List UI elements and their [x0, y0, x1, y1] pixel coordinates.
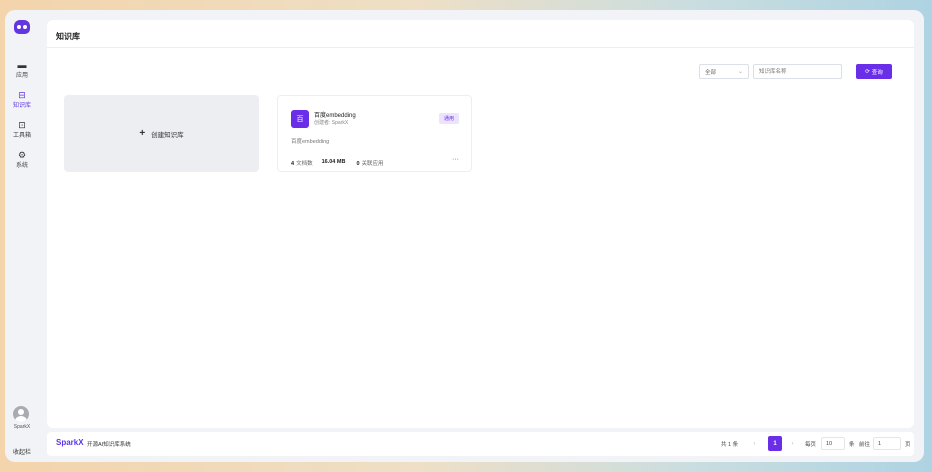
avatar[interactable] — [13, 406, 29, 422]
app-count: 0 — [356, 161, 360, 167]
knowledge-base-icon: 百 — [291, 110, 309, 128]
app-count-stat: 0 关联应用 — [356, 159, 383, 167]
pagination-total: 共 1 条 — [721, 442, 739, 448]
brand-logo: SparkX — [56, 438, 84, 447]
app-window: ▬ 应用 ⊟ 知识库 ⊡ 工具箱 ⚙ 系统 SparkX 收起栏 知识库 全部 … — [5, 10, 924, 462]
plus-icon: + — [139, 128, 146, 139]
sidebar-item-label: 系统 — [15, 163, 28, 169]
gear-icon: ⚙ — [17, 150, 27, 160]
sidebar-item-toolbox[interactable]: ⊡ 工具箱 — [5, 120, 39, 139]
sidebar-item-apps[interactable]: ▬ 应用 — [5, 60, 39, 79]
query-button[interactable]: ⟳ 查询 — [856, 64, 892, 79]
search-icon: ⟳ — [865, 68, 870, 75]
knowledge-base-name: 百度embedding — [314, 113, 356, 119]
per-page-label: 每页 — [805, 442, 817, 448]
query-button-label: 查询 — [871, 69, 883, 76]
sidebar-item-label: 应用 — [15, 73, 28, 79]
sidebar: ▬ 应用 ⊟ 知识库 ⊡ 工具箱 ⚙ 系统 SparkX 收起栏 — [5, 10, 39, 462]
doc-count: 4 — [291, 161, 295, 167]
user-name: SparkX — [13, 424, 31, 430]
knowledge-base-creator: 创建者: SparkX — [314, 120, 349, 126]
sidebar-item-label: 知识库 — [12, 103, 31, 109]
app-count-label: 关联应用 — [361, 161, 384, 167]
database-icon: ⊟ — [18, 90, 26, 100]
size-stat: 16.04 MB — [322, 159, 348, 167]
more-options-icon[interactable]: ··· — [452, 156, 459, 163]
chevron-down-icon: ⌄ — [737, 69, 743, 75]
size-value: 16.04 MB — [321, 159, 346, 165]
type-badge: 通用 — [439, 113, 459, 124]
page-title: 知识库 — [56, 32, 80, 41]
app-icon: ▬ — [17, 60, 27, 70]
knowledge-base-card[interactable]: 百 百度embedding 创建者: SparkX 通用 百度embedding… — [277, 95, 472, 172]
knowledge-base-description: 百度embedding — [291, 139, 330, 145]
main-panel: 知识库 全部 ⌄ ⟳ 查询 + 创建知识库 百 百度embedding 创建者:… — [47, 20, 914, 428]
goto-page-suffix: 页 — [905, 442, 911, 448]
footer-bar: SparkX 开源AI知识库系统 共 1 条 ‹ 1 › 每页 条 前往 页 — [47, 432, 914, 456]
scope-select[interactable]: 全部 ⌄ — [699, 64, 749, 79]
toolbox-icon: ⊡ — [18, 120, 26, 130]
brand-tagline: 开源AI知识库系统 — [87, 442, 131, 448]
search-input[interactable] — [753, 64, 842, 79]
divider — [47, 47, 914, 48]
goto-label: 前往 — [859, 442, 871, 448]
sidebar-item-system[interactable]: ⚙ 系统 — [5, 150, 39, 169]
goto-page-input[interactable] — [873, 437, 901, 450]
doc-count-label: 文档数 — [296, 161, 313, 167]
next-page-button[interactable]: › — [787, 437, 798, 451]
sidebar-item-knowledge-base[interactable]: ⊟ 知识库 — [5, 90, 39, 109]
create-knowledge-base-card[interactable]: + 创建知识库 — [64, 95, 259, 172]
sidebar-item-label: 工具箱 — [12, 133, 31, 139]
create-knowledge-base-label: 创建知识库 — [151, 131, 184, 139]
scope-select-value: 全部 — [705, 70, 717, 76]
knowledge-base-stats: 4 文档数 16.04 MB 0 关联应用 — [291, 159, 384, 167]
prev-page-button[interactable]: ‹ — [749, 437, 760, 451]
robot-logo-icon[interactable] — [14, 20, 30, 34]
collapse-sidebar-button[interactable]: 收起栏 — [5, 447, 39, 456]
page-size-unit: 条 — [849, 442, 855, 448]
page-number-button[interactable]: 1 — [768, 436, 782, 451]
page-size-input[interactable] — [821, 437, 845, 450]
doc-count-stat: 4 文档数 — [291, 159, 313, 167]
